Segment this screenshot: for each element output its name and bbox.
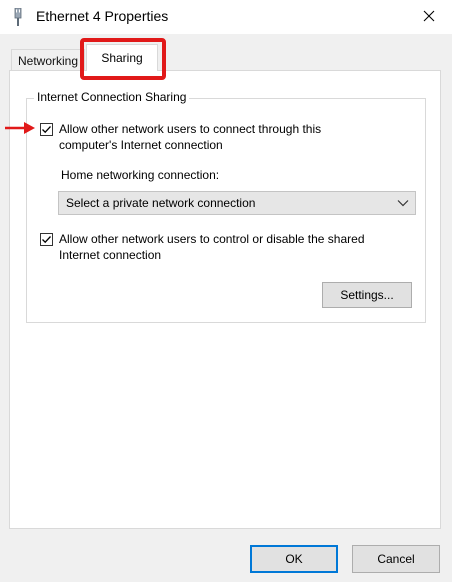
checkmark-icon: [42, 236, 51, 244]
tab-networking[interactable]: Networking: [11, 49, 85, 71]
close-icon: [423, 10, 435, 22]
allow-connect-label[interactable]: Allow other network users to connect thr…: [59, 121, 359, 153]
settings-button[interactable]: Settings...: [322, 282, 412, 308]
title-bar: Ethernet 4 Properties: [0, 0, 452, 34]
select-value: Select a private network connection: [66, 196, 256, 210]
chevron-down-icon: [397, 200, 409, 207]
window-title: Ethernet 4 Properties: [36, 8, 169, 24]
close-button[interactable]: [406, 0, 452, 32]
red-arrow-icon: [5, 122, 35, 134]
network-adapter-icon: [14, 8, 22, 26]
allow-connect-checkbox[interactable]: [40, 123, 53, 136]
checkmark-icon: [42, 126, 51, 134]
home-networking-select[interactable]: Select a private network connection: [58, 191, 416, 215]
group-title: Internet Connection Sharing: [34, 90, 190, 104]
tab-sharing[interactable]: Sharing: [86, 44, 158, 71]
ok-button[interactable]: OK: [250, 545, 338, 573]
allow-control-label[interactable]: Allow other network users to control or …: [59, 231, 369, 263]
home-networking-label: Home networking connection:: [61, 168, 220, 182]
allow-control-checkbox[interactable]: [40, 233, 53, 246]
cancel-button[interactable]: Cancel: [352, 545, 440, 573]
